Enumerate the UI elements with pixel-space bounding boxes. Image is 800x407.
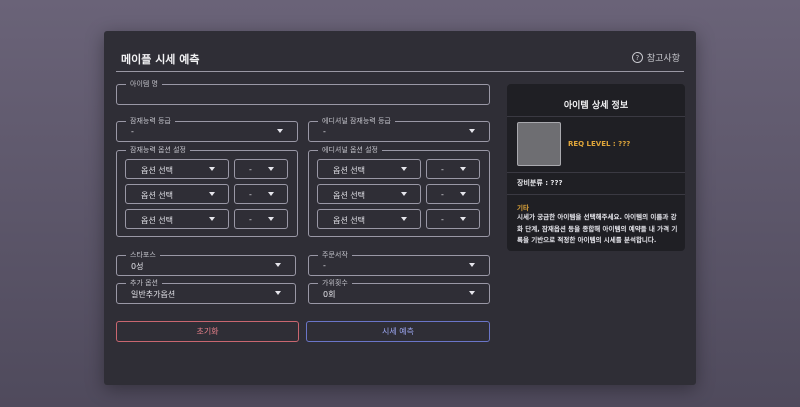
scissors-select[interactable]: 가위횟수 0회 — [308, 278, 490, 304]
chevron-down-icon — [401, 192, 407, 196]
divider — [507, 194, 685, 195]
chevron-down-icon — [401, 217, 407, 221]
item-name-label: 아이템 명 — [126, 79, 162, 89]
chevron-down-icon — [268, 167, 274, 171]
divider — [507, 116, 685, 117]
chevron-down-icon — [469, 129, 475, 133]
question-circle-icon: ? — [631, 52, 643, 63]
chevron-down-icon — [209, 192, 215, 196]
scissors-value: 0회 — [323, 290, 336, 299]
potential-options-group: 잠재능력 옵션 설정 옵션 선택 - 옵션 선택 - 옵션 선택 - — [116, 145, 298, 237]
additional-option-select-2[interactable]: 옵션 선택 — [317, 184, 421, 204]
starforce-select[interactable]: 스타포스 0성 — [116, 250, 296, 276]
chevron-down-icon — [469, 263, 475, 267]
header-divider — [116, 71, 684, 72]
scroll-value: - — [323, 261, 326, 270]
potential-value-select-3[interactable]: - — [234, 209, 288, 229]
potential-options-label: 잠재능력 옵션 설정 — [126, 145, 190, 155]
etc-description: 시세가 궁금한 아이템을 선택해주세요. 아이템의 이름과 강화 단계, 잠재옵… — [517, 213, 678, 244]
equipment-category: 장비분류 : ??? — [517, 179, 563, 187]
price-prediction-panel: 메이플 시세 예측 ? 참고사항 아이템 명 잠재능력 등급 - 에디셔널 잠재… — [104, 31, 696, 385]
chevron-down-icon — [460, 217, 466, 221]
chevron-down-icon — [268, 192, 274, 196]
additional-value-select-3[interactable]: - — [426, 209, 480, 229]
potential-grade-select[interactable]: 잠재능력 등급 - — [116, 116, 298, 142]
item-detail-title: 아이템 상세 정보 — [563, 101, 629, 111]
scroll-label: 주문서작 — [318, 250, 352, 260]
option-value: - — [441, 215, 444, 224]
option-label: 옵션 선택 — [141, 191, 173, 200]
option-value: - — [249, 190, 252, 199]
option-value: - — [249, 165, 252, 174]
option-label: 옵션 선택 — [333, 166, 365, 175]
chevron-down-icon — [469, 291, 475, 295]
req-level: REQ LEVEL : ??? — [568, 140, 631, 148]
additional-potential-grade-label: 에디셔널 잠재능력 등급 — [318, 116, 395, 126]
reference-label: 참고사항 — [646, 54, 680, 64]
additional-potential-grade-select[interactable]: 에디셔널 잠재능력 등급 - — [308, 116, 490, 142]
extra-option-select[interactable]: 추가 옵션 일반추가옵션 — [116, 278, 296, 304]
reset-button[interactable]: 초기화 — [116, 321, 299, 342]
option-label: 옵션 선택 — [141, 216, 173, 225]
reference-button[interactable]: ? 참고사항 — [631, 51, 680, 64]
potential-option-select-1[interactable]: 옵션 선택 — [125, 159, 229, 179]
item-name-input[interactable]: 아이템 명 — [116, 79, 490, 105]
scissors-label: 가위횟수 — [318, 278, 352, 288]
potential-value-select-1[interactable]: - — [234, 159, 288, 179]
chevron-down-icon — [275, 263, 281, 267]
option-value: - — [441, 165, 444, 174]
potential-grade-label: 잠재능력 등급 — [126, 116, 175, 126]
starforce-value: 0성 — [131, 262, 144, 271]
option-value: - — [249, 215, 252, 224]
chevron-down-icon — [268, 217, 274, 221]
chevron-down-icon — [401, 167, 407, 171]
page-title: 메이플 시세 예측 — [121, 53, 200, 66]
option-label: 옵션 선택 — [141, 166, 173, 175]
item-detail-card: 아이템 상세 정보 REQ LEVEL : ??? 장비분류 : ??? 기타 … — [507, 84, 685, 251]
chevron-down-icon — [460, 192, 466, 196]
option-value: - — [441, 190, 444, 199]
chevron-down-icon — [277, 129, 283, 133]
chevron-down-icon — [460, 167, 466, 171]
starforce-label: 스타포스 — [126, 250, 160, 260]
chevron-down-icon — [209, 217, 215, 221]
additional-option-select-3[interactable]: 옵션 선택 — [317, 209, 421, 229]
option-label: 옵션 선택 — [333, 191, 365, 200]
additional-potential-grade-value: - — [323, 127, 326, 136]
potential-option-select-3[interactable]: 옵션 선택 — [125, 209, 229, 229]
additional-options-group: 에디셔널 옵션 설정 옵션 선택 - 옵션 선택 - 옵션 선택 - — [308, 145, 490, 237]
additional-option-select-1[interactable]: 옵션 선택 — [317, 159, 421, 179]
chevron-down-icon — [209, 167, 215, 171]
chevron-down-icon — [275, 291, 281, 295]
etc-label: 기타 — [517, 204, 529, 212]
potential-value-select-2[interactable]: - — [234, 184, 288, 204]
item-thumbnail — [517, 122, 561, 166]
divider — [507, 172, 685, 173]
option-label: 옵션 선택 — [333, 216, 365, 225]
potential-grade-value: - — [131, 127, 134, 136]
additional-options-label: 에디셔널 옵션 설정 — [318, 145, 382, 155]
scroll-select[interactable]: 주문서작 - — [308, 250, 490, 276]
additional-value-select-1[interactable]: - — [426, 159, 480, 179]
additional-value-select-2[interactable]: - — [426, 184, 480, 204]
extra-option-label: 추가 옵션 — [126, 278, 162, 288]
potential-option-select-2[interactable]: 옵션 선택 — [125, 184, 229, 204]
extra-option-value: 일반추가옵션 — [131, 290, 176, 299]
predict-button[interactable]: 시세 예측 — [306, 321, 490, 342]
